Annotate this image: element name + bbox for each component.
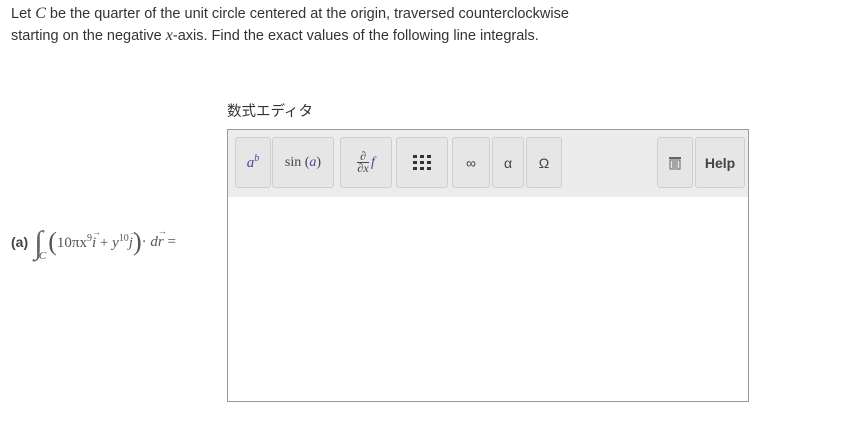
power-button[interactable]: ab: [235, 137, 271, 188]
alpha-icon: α: [503, 154, 513, 171]
math-var: C: [35, 5, 46, 22]
question-text-part: -axis. Find the exact values of the foll…: [172, 28, 539, 44]
unit-vector-j: j: [129, 235, 133, 251]
deriv-den: ∂x: [357, 161, 369, 175]
matrix-icon: [413, 155, 431, 170]
help-button[interactable]: Help: [695, 137, 745, 188]
matrix-button[interactable]: [396, 137, 448, 188]
help-label: Help: [704, 154, 736, 171]
question-text-part: starting on the negative: [11, 28, 166, 44]
math-editor[interactable]: ab sin (a) ∂ ∂x f ∞ α Ω Help: [227, 129, 749, 402]
exponent: 10: [118, 232, 129, 244]
problem-a: (a) ∫ C ( 10πx9i + y10j ) · dr =: [11, 222, 176, 263]
var-y: y: [112, 234, 119, 251]
trash-icon: [669, 156, 681, 169]
power-icon: ab: [247, 153, 260, 172]
sin-button[interactable]: sin (a): [272, 137, 334, 188]
position-vector-r: r: [158, 234, 164, 250]
question-text: Let C be the quarter of the unit circle …: [11, 3, 711, 47]
unit-vector-i: i: [92, 235, 96, 251]
editor-toolbar: ab sin (a) ∂ ∂x f ∞ α Ω Help: [228, 130, 748, 197]
problem-label: (a): [11, 234, 29, 250]
differential-d: d: [150, 233, 158, 250]
power-exp: b: [254, 153, 260, 164]
integral-subscript: C: [38, 250, 47, 262]
equals-sign: =: [163, 233, 176, 250]
math-var: x: [165, 27, 173, 44]
clear-button[interactable]: [657, 137, 693, 188]
question-text-part: be the quarter of the unit circle center…: [45, 6, 569, 22]
sin-label: sin: [284, 154, 302, 170]
vector-field: 10πx9i + y10j: [57, 233, 133, 252]
derivative-icon: ∂ ∂x f: [357, 150, 375, 175]
infinity-icon: ∞: [466, 154, 476, 171]
plus-sign: +: [96, 234, 113, 251]
sin-arg: a: [309, 154, 317, 170]
sin-icon: sin (a): [284, 154, 322, 170]
infinity-button[interactable]: ∞: [452, 137, 490, 188]
deriv-f: f: [371, 154, 375, 170]
question-text-part: Let: [11, 6, 36, 22]
term-coef: 10πx: [56, 234, 87, 251]
dot-dr: · dr =: [142, 234, 176, 251]
omega-icon: Ω: [538, 154, 550, 171]
editor-input-area[interactable]: [228, 197, 748, 401]
derivative-button[interactable]: ∂ ∂x f: [340, 137, 392, 188]
omega-button[interactable]: Ω: [526, 137, 562, 188]
math-editor-title: 数式エディタ: [227, 104, 313, 120]
alpha-button[interactable]: α: [492, 137, 524, 188]
left-paren: (: [48, 227, 57, 256]
